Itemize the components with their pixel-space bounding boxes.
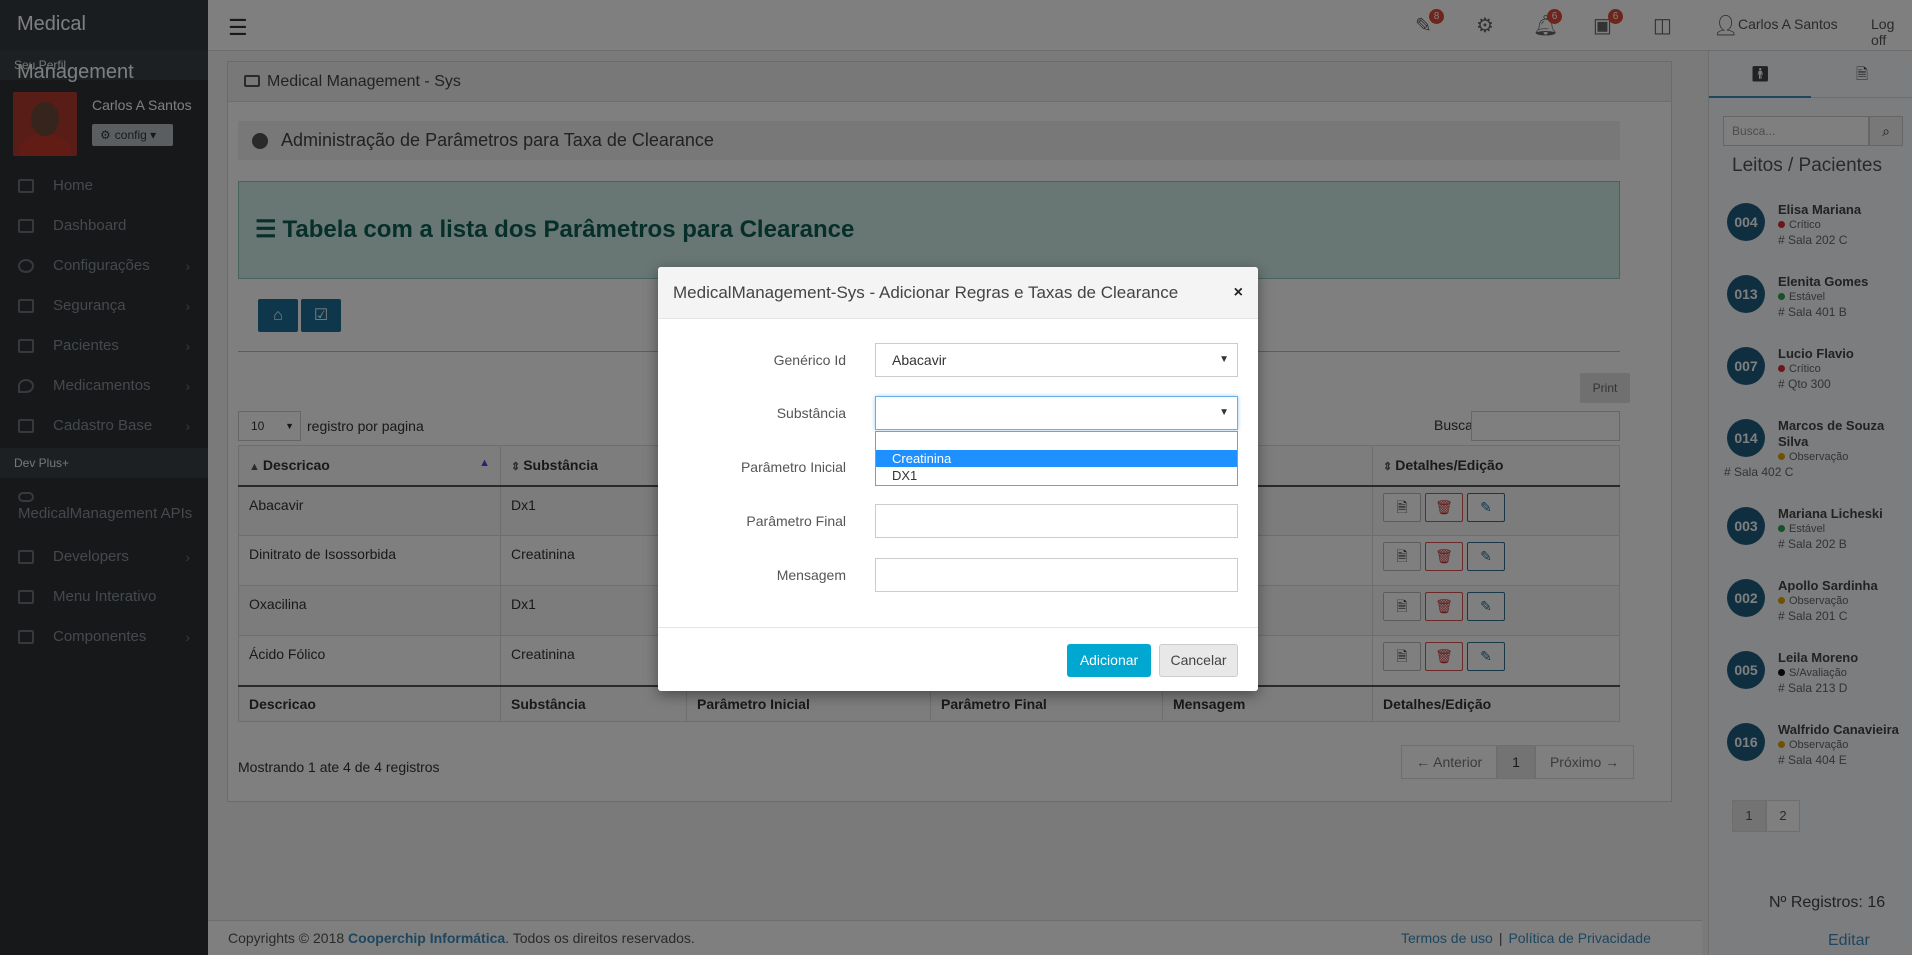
form-row-substancia: Substância ▼ <box>658 396 1258 432</box>
caret-down-icon: ▼ <box>1219 354 1229 365</box>
form-row-param-final: Parâmetro Final <box>658 504 1258 540</box>
form-row-mensagem: Mensagem <box>658 558 1258 594</box>
dropdown-option[interactable]: DX1 <box>876 467 1237 484</box>
caret-down-icon: ▼ <box>1219 407 1229 418</box>
cancel-button[interactable]: Cancelar <box>1159 644 1238 677</box>
modal-footer: Adicionar Cancelar <box>658 627 1258 691</box>
substancia-select[interactable]: ▼ <box>875 396 1238 430</box>
generico-value: Abacavir <box>892 352 947 368</box>
dropdown-option-selected[interactable]: Creatinina <box>876 450 1237 467</box>
close-icon[interactable]: × <box>1234 267 1243 319</box>
param-final-input[interactable] <box>875 504 1238 538</box>
add-button[interactable]: Adicionar <box>1067 644 1151 677</box>
substancia-dropdown-list: Creatinina DX1 <box>875 431 1238 486</box>
generico-select[interactable]: Abacavir ▼ <box>875 343 1238 377</box>
param-final-label: Parâmetro Final <box>746 513 846 529</box>
mensagem-label: Mensagem <box>776 567 846 583</box>
form-row-generico: Genérico Id Abacavir ▼ <box>658 343 1258 379</box>
substancia-label: Substância <box>776 405 846 421</box>
modal-header: MedicalManagement-Sys - Adicionar Regras… <box>658 267 1258 319</box>
param-inicial-label: Parâmetro Inicial <box>740 459 846 475</box>
add-clearance-modal: MedicalManagement-Sys - Adicionar Regras… <box>658 267 1258 691</box>
modal-title: MedicalManagement-Sys - Adicionar Regras… <box>673 283 1179 302</box>
generico-label: Genérico Id <box>773 352 846 368</box>
mensagem-input[interactable] <box>875 558 1238 592</box>
dropdown-option[interactable] <box>876 432 1237 450</box>
